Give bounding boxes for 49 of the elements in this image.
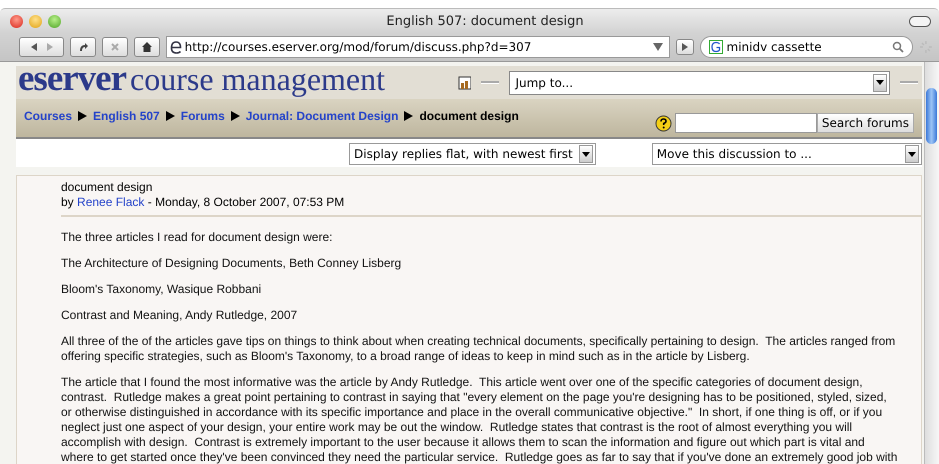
post-paragraph: The three articles I read for document design were: — [61, 230, 334, 245]
help-icon[interactable] — [654, 114, 672, 132]
jump-to-select[interactable]: Jump to... — [509, 70, 890, 94]
stop-button[interactable] — [102, 37, 128, 57]
close-button[interactable] — [10, 14, 23, 28]
reload-button[interactable] — [70, 37, 96, 57]
separator-icon — [78, 111, 88, 121]
dropdown-icon — [876, 80, 884, 85]
toolbar-toggle-button[interactable] — [909, 16, 931, 26]
breadcrumb-link[interactable]: Forums — [180, 109, 225, 123]
search-engine-icon — [708, 40, 723, 54]
window-title: English 507: document design — [385, 14, 585, 28]
address-field[interactable]: http://courses.eserver.org/mod/forum/discuss.php?d=307 — [166, 36, 670, 58]
back-forward-button[interactable] — [19, 37, 64, 57]
dropdown-icon — [582, 152, 590, 156]
search-icon — [892, 41, 904, 53]
home-icon — [140, 41, 153, 53]
separator-icon — [404, 111, 414, 121]
dropdown-icon — [908, 152, 916, 156]
separator-icon — [166, 111, 175, 121]
breadcrumb-link[interactable]: Journal: Document Design — [246, 109, 398, 123]
author-link[interactable]: Renee Flack — [77, 195, 144, 209]
search-field[interactable]: minidv cassette — [700, 36, 914, 58]
play-icon — [680, 43, 689, 51]
post-paragraph: All three of the of the articles gave tips on things to think about when creating technical documents, specifically pertaining to design. The articles ranged from offering specific strategies, such as Bloom's Taxonomy, to a broad range of ideas to keep in mind such as in the article by Lisberg. — [61, 334, 896, 364]
search-input[interactable] — [674, 113, 817, 133]
reload-icon — [77, 41, 90, 53]
breadcrumb-link[interactable]: English 507 — [93, 109, 160, 123]
site-icon — [168, 39, 183, 55]
post-subject: document design — [61, 180, 154, 195]
site-logo[interactable]: eservercourse management — [18, 64, 448, 101]
go-button[interactable] — [676, 39, 694, 55]
breadcrumb-link[interactable]: Courses — [24, 109, 72, 123]
byline-label: by — [61, 195, 74, 209]
dropdown-icon — [652, 43, 663, 51]
post-paragraph: The Architecture of Designing Documents, Beth Conney Lisberg — [61, 256, 402, 271]
close-icon — [110, 42, 120, 52]
chart-icon[interactable] — [458, 76, 472, 90]
scroll-thumb[interactable] — [926, 88, 937, 144]
post-date: - Monday, 8 October 2007, 07:53 PM — [148, 195, 344, 209]
breadcrumb-current: document design — [419, 109, 519, 123]
post-paragraph: Bloom's Taxonomy, Wasique Robbani — [61, 282, 262, 297]
separator-icon — [230, 111, 240, 121]
move-discussion-select[interactable]: Move this discussion to ... — [652, 143, 922, 165]
post-paragraph: The article that I found the most informative was the article by Andy Rutledge. This article went over one of the specific categories of document design, contrast. Rutledge makes a great point pertaining to contrast in saying that "every element on the page you're designing has to be positioned, styled, sized, or otherwise distinguished in accordance with its specific importance and place in the overall communicative objective." In short, if one thing is off, or if you neglect just one aspect of your design, your entire work may be out the window. Rutledge states that contrast is the root of almost everything you will accomplish with design. Contrast is extremely important to the user because it allows them to scan the information and figure out which part is vital and where to get started once they've been convinced they need the particular service. Rutledge goes as far to say that if you've done an extremely good job with — [61, 375, 898, 464]
home-button[interactable] — [134, 37, 160, 57]
search-forums-button[interactable]: Search forums — [816, 113, 914, 133]
post-paragraph: Contrast and Meaning, Andy Rutledge, 2007 — [61, 308, 298, 323]
display-mode-select[interactable]: Display replies flat, with newest first — [349, 143, 596, 165]
